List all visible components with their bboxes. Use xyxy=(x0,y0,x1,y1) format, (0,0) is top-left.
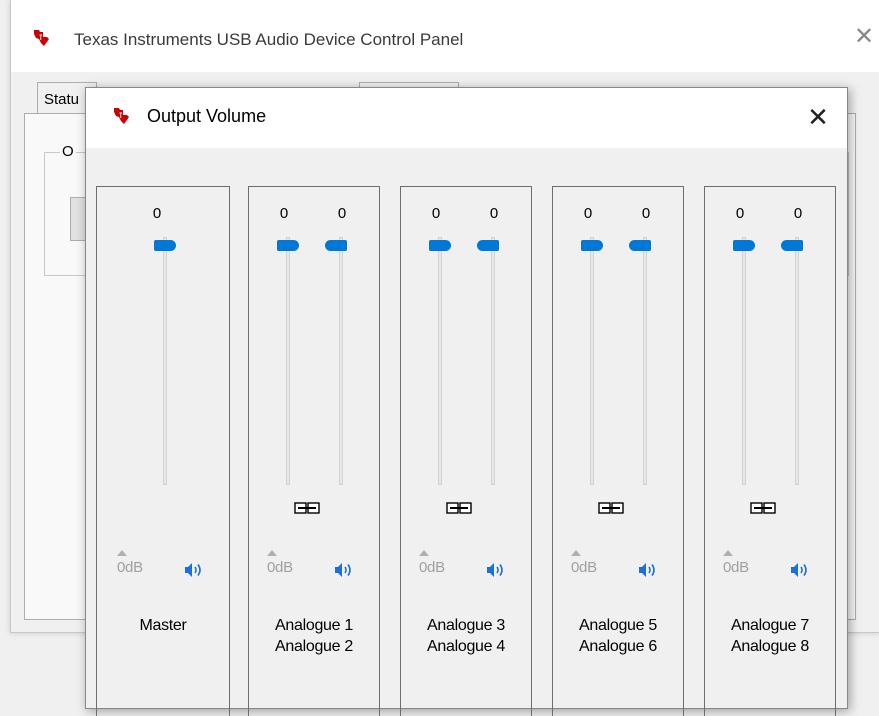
analogue-6-slider-track[interactable] xyxy=(643,237,647,485)
master-volume-value: 0 xyxy=(152,205,162,222)
analogue-8-volume-value: 0 xyxy=(793,205,803,222)
speaker-icon[interactable] xyxy=(184,561,204,579)
master-name-line1: Master xyxy=(139,617,187,634)
up-arrow-icon xyxy=(571,550,581,556)
analogue-4-slider-thumb[interactable] xyxy=(477,240,499,251)
analogue-5-6-name-line1: Analogue 5 xyxy=(579,617,657,634)
master-channel-name: Master xyxy=(97,615,229,636)
channel-panel-master: 0 0dB Master xyxy=(96,186,230,716)
master-slider-track[interactable] xyxy=(163,237,167,485)
channel-panel-analogue-7-8: 0 0 0dB Analogue 7 Analogue 8 xyxy=(704,186,836,716)
analogue-7-8-channel-name: Analogue 7 Analogue 8 xyxy=(705,615,835,657)
analogue-5-6-channel-name: Analogue 5 Analogue 6 xyxy=(553,615,683,657)
stereo-link-icon[interactable] xyxy=(294,502,320,514)
speaker-icon[interactable] xyxy=(486,561,506,579)
dialog-close-button[interactable]: ✕ xyxy=(803,102,833,132)
analogue-6-volume-value: 0 xyxy=(641,205,651,222)
dialog-title: Output Volume xyxy=(147,106,267,126)
up-arrow-icon xyxy=(267,550,277,556)
background-group-label: O xyxy=(60,143,76,160)
analogue-2-volume-value: 0 xyxy=(337,205,347,222)
texas-instruments-logo-icon xyxy=(34,30,49,46)
main-close-button[interactable]: ✕ xyxy=(849,22,879,52)
analogue-3-volume-value: 0 xyxy=(431,205,441,222)
analogue-8-slider-track[interactable] xyxy=(795,237,799,485)
analogue-1-volume-value: 0 xyxy=(279,205,289,222)
analogue-1-2-channel-name: Analogue 1 Analogue 2 xyxy=(249,615,379,657)
analogue-7-slider-track[interactable] xyxy=(742,237,746,485)
analogue-5-6-name-line2: Analogue 6 xyxy=(579,638,657,655)
analogue-3-4-name-line2: Analogue 4 xyxy=(427,638,505,655)
analogue-3-4-0db-label: 0dB xyxy=(419,559,445,576)
analogue-1-2-0db-button[interactable]: 0dB xyxy=(267,550,293,576)
analogue-7-8-0db-label: 0dB xyxy=(723,559,749,576)
analogue-4-slider-track[interactable] xyxy=(491,237,495,485)
stereo-link-icon[interactable] xyxy=(598,502,624,514)
analogue-7-volume-value: 0 xyxy=(735,205,745,222)
channel-panel-analogue-5-6: 0 0 0dB Analogue 5 Analogue 6 xyxy=(552,186,684,716)
analogue-4-volume-value: 0 xyxy=(489,205,499,222)
analogue-5-slider-track[interactable] xyxy=(590,237,594,485)
speaker-icon[interactable] xyxy=(638,561,658,579)
texas-instruments-logo-icon xyxy=(114,108,129,124)
analogue-1-slider-track[interactable] xyxy=(286,237,290,485)
analogue-7-8-name-line1: Analogue 7 xyxy=(731,617,809,634)
channel-panel-analogue-3-4: 0 0 0dB Analogue 3 Analogue 4 xyxy=(400,186,532,716)
analogue-5-volume-value: 0 xyxy=(583,205,593,222)
tab-status-label: Statu xyxy=(44,91,80,108)
analogue-3-4-name-line1: Analogue 3 xyxy=(427,617,505,634)
master-0db-label: 0dB xyxy=(117,559,143,576)
analogue-2-slider-track[interactable] xyxy=(339,237,343,485)
analogue-2-slider-thumb[interactable] xyxy=(325,240,347,251)
master-slider-thumb[interactable] xyxy=(154,240,176,251)
analogue-5-6-0db-button[interactable]: 0dB xyxy=(571,550,597,576)
analogue-3-4-0db-button[interactable]: 0dB xyxy=(419,550,445,576)
master-0db-button[interactable]: 0dB xyxy=(117,550,143,576)
analogue-8-slider-thumb[interactable] xyxy=(781,240,803,251)
up-arrow-icon xyxy=(419,550,429,556)
speaker-icon[interactable] xyxy=(334,561,354,579)
analogue-1-2-0db-label: 0dB xyxy=(267,559,293,576)
output-volume-dialog: Output Volume ✕ 0 0dB Master 0 0 0dB Ana… xyxy=(85,87,848,716)
analogue-5-6-0db-label: 0dB xyxy=(571,559,597,576)
analogue-3-slider-thumb[interactable] xyxy=(429,240,451,251)
channel-panel-analogue-1-2: 0 0 0dB Analogue 1 Analogue 2 xyxy=(248,186,380,716)
dialog-titlebar[interactable]: Output Volume ✕ xyxy=(86,88,847,148)
up-arrow-icon xyxy=(723,550,733,556)
speaker-icon[interactable] xyxy=(790,561,810,579)
main-titlebar[interactable]: Texas Instruments USB Audio Device Contr… xyxy=(11,0,879,72)
stereo-link-icon[interactable] xyxy=(750,502,776,514)
analogue-1-slider-thumb[interactable] xyxy=(277,240,299,251)
stereo-link-icon[interactable] xyxy=(446,502,472,514)
analogue-6-slider-thumb[interactable] xyxy=(629,240,651,251)
analogue-1-2-name-line1: Analogue 1 xyxy=(275,617,353,634)
analogue-3-4-channel-name: Analogue 3 Analogue 4 xyxy=(401,615,531,657)
analogue-7-slider-thumb[interactable] xyxy=(733,240,755,251)
analogue-7-8-0db-button[interactable]: 0dB xyxy=(723,550,749,576)
analogue-3-slider-track[interactable] xyxy=(438,237,442,485)
analogue-5-slider-thumb[interactable] xyxy=(581,240,603,251)
up-arrow-icon xyxy=(117,550,127,556)
analogue-1-2-name-line2: Analogue 2 xyxy=(275,638,353,655)
main-window-title: Texas Instruments USB Audio Device Contr… xyxy=(74,30,464,49)
analogue-7-8-name-line2: Analogue 8 xyxy=(731,638,809,655)
